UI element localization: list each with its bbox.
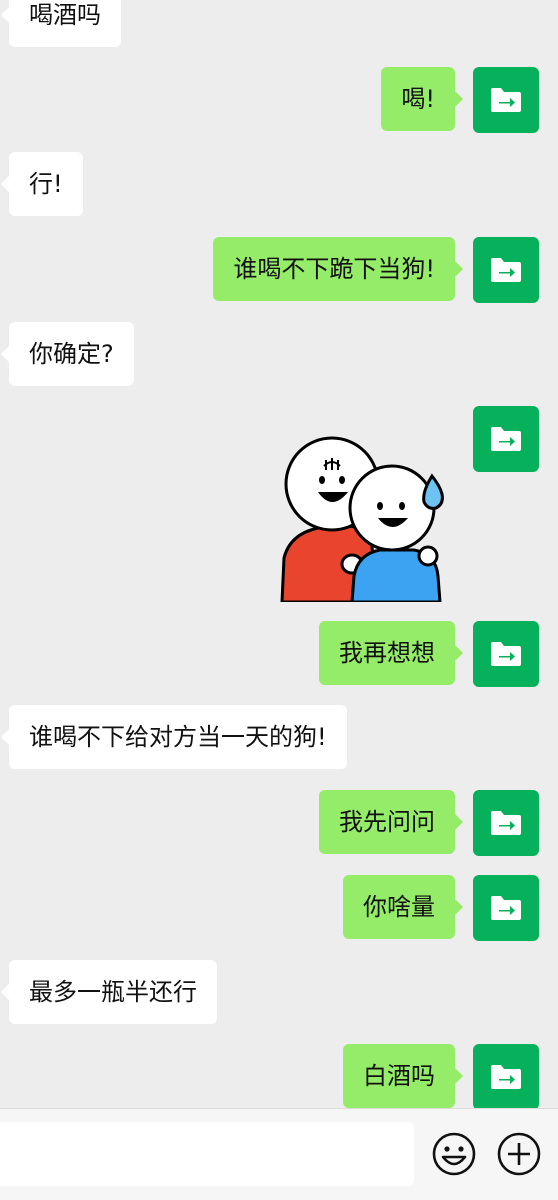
plus-circle-icon[interactable] xyxy=(496,1131,542,1177)
message-text: 谁喝不下跪下当狗! xyxy=(233,255,435,283)
message-text: 谁喝不下给对方当一天的狗! xyxy=(29,723,327,751)
folder-arrow-icon xyxy=(491,896,521,920)
incoming-message-bubble[interactable]: 最多一瓶半还行 xyxy=(1,960,217,1024)
my-avatar[interactable] xyxy=(473,790,539,856)
folder-arrow-icon xyxy=(491,811,521,835)
incoming-message-bubble[interactable]: 谁喝不下给对方当一天的狗! xyxy=(1,705,347,769)
emoji-smile-icon[interactable] xyxy=(431,1131,477,1177)
outgoing-message-bubble[interactable]: 我先问问 xyxy=(319,790,463,854)
message-text: 你确定? xyxy=(29,340,114,368)
folder-arrow-icon xyxy=(491,427,521,451)
message-text: 我再想想 xyxy=(339,639,435,667)
my-avatar[interactable] xyxy=(473,1044,539,1108)
incoming-message-bubble[interactable]: 行! xyxy=(1,152,83,216)
folder-arrow-icon xyxy=(491,642,521,666)
input-bar xyxy=(0,1108,558,1200)
message-text: 你啥量 xyxy=(363,893,435,921)
folder-arrow-icon xyxy=(491,1065,521,1089)
chat-message-list[interactable]: 喝酒吗 喝! 行! 谁喝不下跪下当狗! 你确定? 我再想想 谁喝不下给对方当一天… xyxy=(0,0,558,1108)
message-text: 喝酒吗 xyxy=(29,1,101,29)
outgoing-message-bubble[interactable]: 喝! xyxy=(381,67,463,131)
folder-arrow-icon xyxy=(491,88,521,112)
outgoing-message-bubble[interactable]: 谁喝不下跪下当狗! xyxy=(213,237,463,301)
my-avatar[interactable] xyxy=(473,875,539,941)
outgoing-message-bubble[interactable]: 我再想想 xyxy=(319,621,463,685)
folder-arrow-icon xyxy=(491,258,521,282)
my-avatar[interactable] xyxy=(473,237,539,303)
message-text: 我先问问 xyxy=(339,808,435,836)
incoming-message-bubble[interactable]: 你确定? xyxy=(1,322,134,386)
outgoing-message-bubble[interactable]: 你啥量 xyxy=(343,875,463,939)
message-input[interactable] xyxy=(0,1122,414,1186)
message-text: 喝! xyxy=(401,85,435,113)
two-friends-sticker[interactable] xyxy=(280,436,445,602)
my-avatar[interactable] xyxy=(473,406,539,472)
message-text: 行! xyxy=(29,170,63,198)
message-text: 最多一瓶半还行 xyxy=(29,978,197,1006)
outgoing-message-bubble[interactable]: 白酒吗 xyxy=(343,1044,463,1108)
my-avatar[interactable] xyxy=(473,621,539,687)
message-text: 白酒吗 xyxy=(363,1062,435,1090)
my-avatar[interactable] xyxy=(473,67,539,133)
incoming-message-bubble[interactable]: 喝酒吗 xyxy=(1,0,121,47)
